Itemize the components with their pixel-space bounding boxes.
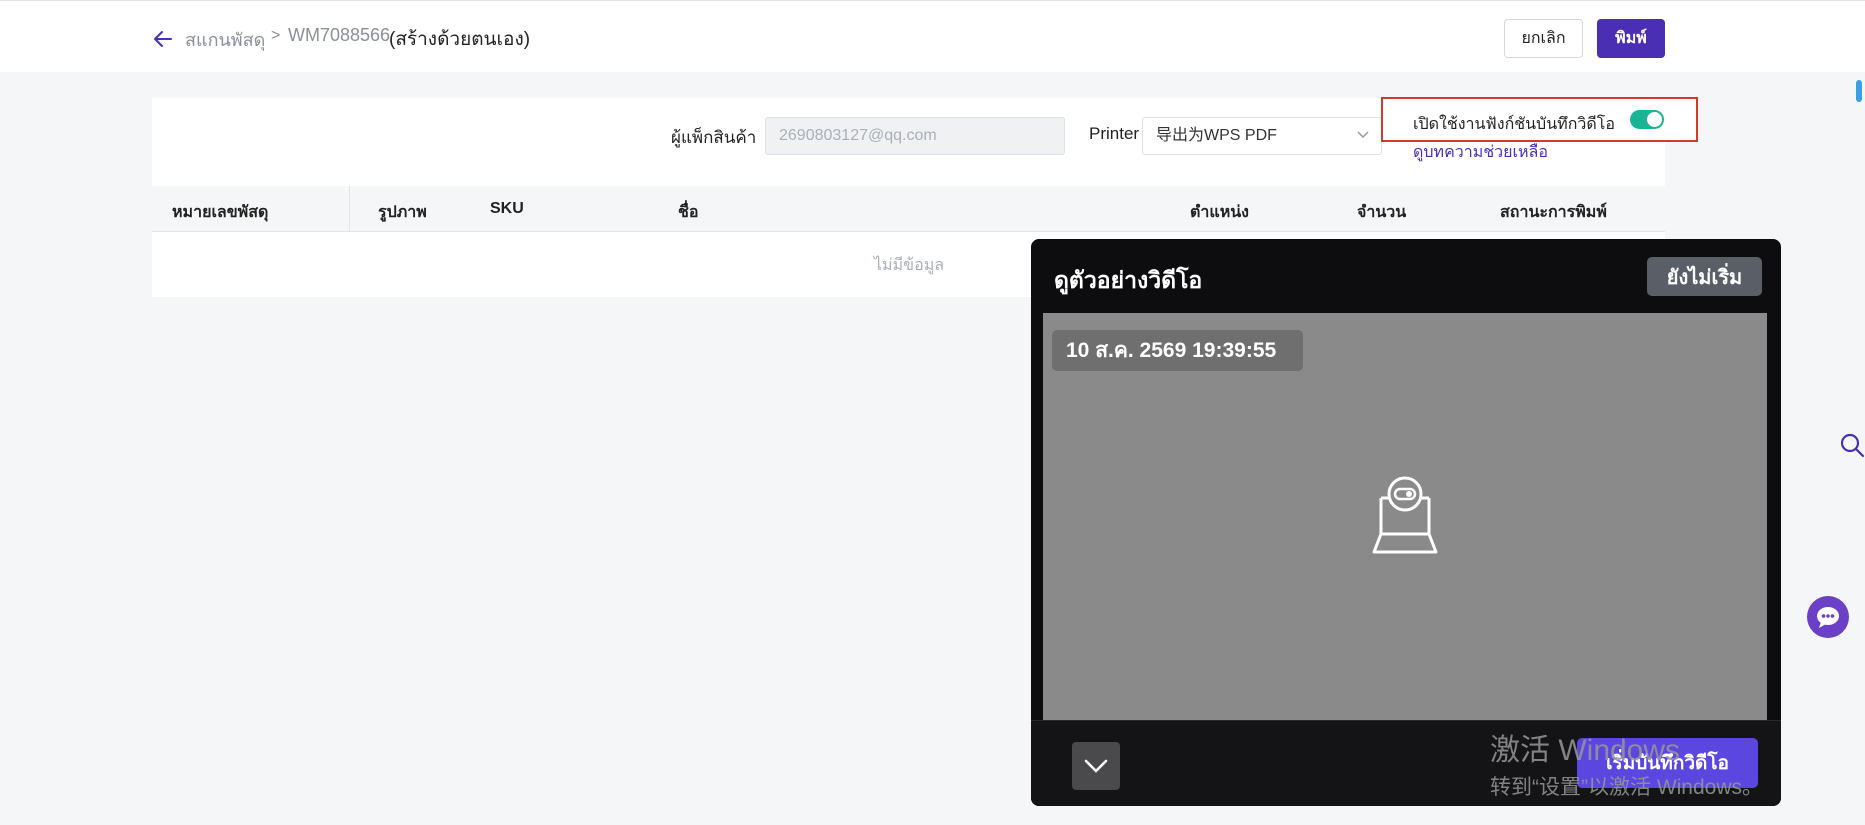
camera-icon [1372, 476, 1438, 554]
column-header-location: ตำแหน่ง [1190, 204, 1249, 221]
toggle-knob [1647, 112, 1662, 127]
breadcrumb-root[interactable]: สแกนพัสดุ [185, 25, 265, 54]
arrow-left-icon[interactable] [152, 28, 174, 50]
chevron-down-icon [1357, 131, 1369, 139]
column-header-quantity: จำนวน [1357, 204, 1407, 221]
video-preview-panel: ดูตัวอย่างวิดีโอ ยังไม่เริ่ม 10 ส.ค. 256… [1031, 239, 1781, 806]
camera-preview: 10 ส.ค. 2569 19:39:55 [1043, 313, 1767, 720]
cancel-button[interactable]: ยกเลิก [1504, 19, 1583, 58]
breadcrumb-separator: > [271, 27, 281, 44]
recording-status-badge: ยังไม่เริ่ม [1647, 257, 1762, 296]
watermark-line-1: 激活 Windows [1490, 734, 1681, 767]
column-divider [349, 186, 350, 232]
empty-state-text: ไม่มีข้อมูล [874, 257, 945, 274]
chevron-down-icon [1084, 759, 1108, 773]
collapse-preview-button[interactable] [1072, 742, 1120, 790]
help-article-link[interactable]: ดูบทความช่วยเหลือ [1413, 140, 1548, 165]
column-header-tracking: หมายเลขพัสดุ [172, 204, 269, 221]
column-header-name: ชื่อ [678, 204, 699, 221]
table-header: หมายเลขพัสดุ รูปภาพ SKU ชื่อ ตำแหน่ง จำน… [152, 186, 1665, 232]
windows-activation-watermark: 激活 Windows 转到“设置”以激活 Windows。 [1490, 725, 1763, 801]
preview-timestamp: 10 ส.ค. 2569 19:39:55 [1052, 330, 1303, 371]
video-record-toggle[interactable] [1630, 110, 1664, 129]
printer-value: 导出为WPS PDF [1156, 127, 1277, 144]
printer-select[interactable]: 导出为WPS PDF [1142, 117, 1382, 155]
watermark-line-2: 转到“设置”以激活 Windows。 [1490, 776, 1764, 799]
chat-icon[interactable] [1807, 596, 1849, 638]
breadcrumb-note: (สร้างด้วยตนเอง) [389, 29, 531, 50]
column-header-print-status: สถานะการพิมพ์ [1500, 204, 1607, 221]
top-bar: สแกนพัสดุ > WM7088566 (สร้างด้วยตนเอง) ย… [0, 0, 1865, 72]
column-header-image: รูปภาพ [378, 204, 427, 221]
page-scrollbar[interactable] [1853, 0, 1865, 825]
video-toggle-label: เปิดใช้งานฟังก์ชันบันทึกวิดีโอ [1413, 116, 1615, 133]
packer-field[interactable]: 2690803127@qq.com [765, 117, 1065, 155]
chat-bubble-icon [1817, 607, 1839, 628]
column-header-sku: SKU [490, 200, 524, 217]
breadcrumb-id: WM7088566 [288, 25, 391, 45]
printer-label: Printer [1089, 124, 1140, 143]
print-button[interactable]: พิมพ์ [1597, 19, 1665, 58]
scrollbar-thumb[interactable] [1856, 80, 1862, 102]
video-preview-title: ดูตัวอย่างวิดีโอ [1054, 267, 1203, 293]
packer-label: ผู้แพ็กสินค้า [671, 128, 757, 147]
